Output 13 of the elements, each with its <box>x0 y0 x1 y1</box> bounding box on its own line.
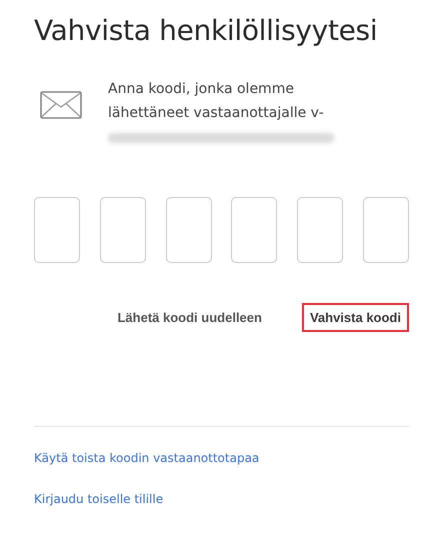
code-digit-field[interactable] <box>362 197 409 263</box>
instruction-text: Anna koodi, jonka olemme lähettäneet vastaanottajalle v- <box>108 80 325 123</box>
code-digit-field[interactable] <box>297 197 344 263</box>
page-title: Vahvista henkilöllisyytesi <box>34 14 378 47</box>
code-digit-field[interactable] <box>100 197 146 263</box>
resend-button[interactable]: Lähetä koodi uudelleen <box>109 303 270 332</box>
verify-button[interactable]: Vahvista koodi <box>302 303 409 332</box>
code-digit-field[interactable] <box>166 197 212 263</box>
code-digit-field[interactable] <box>231 197 278 263</box>
link[interactable]: Kirjaudu toiselle tilille <box>34 492 164 506</box>
link[interactable]: Käytä toista koodin vastaanottotapaa <box>34 451 260 465</box>
code-digit-field[interactable] <box>34 197 80 263</box>
envelope-icon <box>40 91 82 119</box>
